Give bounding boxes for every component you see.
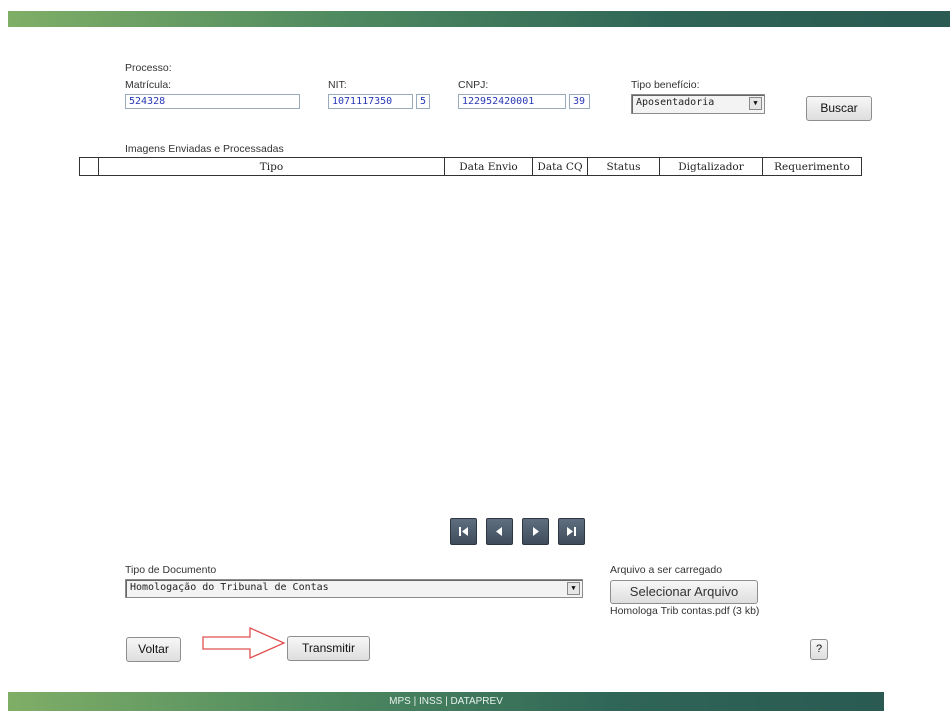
chevron-down-icon: ▼ (749, 97, 762, 110)
matricula-input[interactable]: 524328 (125, 94, 300, 109)
tipo-documento-label: Tipo de Documento (125, 564, 217, 576)
previous-page-button[interactable] (486, 518, 513, 545)
col-select (79, 157, 99, 176)
last-page-button[interactable] (558, 518, 585, 545)
table-caption: Imagens Enviadas e Processadas (125, 143, 284, 155)
col-data-envio[interactable]: Data Envio (444, 157, 533, 176)
processo-label: Processo: (125, 62, 172, 74)
header-bar (8, 11, 950, 27)
tipo-documento-value: Homologação do Tribunal de Contas (130, 582, 329, 593)
nit-input[interactable]: 1071117350 (328, 94, 413, 109)
help-button[interactable]: ? (810, 639, 828, 660)
tipo-beneficio-select[interactable]: Aposentadoria ▼ (631, 94, 765, 114)
col-status[interactable]: Status (587, 157, 660, 176)
selecionar-arquivo-button[interactable]: Selecionar Arquivo (610, 580, 758, 604)
first-page-icon (459, 527, 468, 536)
col-requerimento[interactable]: Requerimento (762, 157, 862, 176)
nit-digit-input[interactable]: 5 (416, 94, 430, 109)
arrow-annotation-icon (202, 627, 286, 659)
file-info: Homologa Trib contas.pdf (3 kb) (610, 605, 760, 617)
previous-page-icon (496, 527, 502, 536)
nit-label: NIT: (328, 79, 347, 91)
first-page-button[interactable] (450, 518, 477, 545)
cnpj-label: CNPJ: (458, 79, 489, 91)
images-table: Tipo Data Envio Data CQ Status Digtaliza… (79, 157, 862, 176)
cnpj-digit-input[interactable]: 39 (569, 94, 590, 109)
chevron-down-icon: ▼ (567, 582, 580, 595)
tipo-beneficio-value: Aposentadoria (636, 97, 715, 108)
col-data-cq[interactable]: Data CQ (532, 157, 588, 176)
footer-bar: MPS | INSS | DATAPREV (8, 692, 884, 711)
transmitir-button[interactable]: Transmitir (287, 636, 370, 661)
last-page-icon (567, 527, 576, 536)
arquivo-label: Arquivo a ser carregado (610, 564, 723, 576)
col-tipo[interactable]: Tipo (98, 157, 445, 176)
buscar-button[interactable]: Buscar (806, 96, 872, 121)
voltar-button[interactable]: Voltar (126, 637, 181, 662)
tipo-beneficio-label: Tipo benefício: (631, 79, 700, 91)
next-page-button[interactable] (522, 518, 549, 545)
cnpj-input[interactable]: 122952420001 (458, 94, 566, 109)
matricula-label: Matrícula: (125, 79, 172, 91)
col-digitalizador[interactable]: Digtalizador (659, 157, 763, 176)
tipo-documento-select[interactable]: Homologação do Tribunal de Contas ▼ (125, 579, 583, 598)
next-page-icon (533, 527, 539, 536)
table-header-row: Tipo Data Envio Data CQ Status Digtaliza… (79, 157, 862, 176)
